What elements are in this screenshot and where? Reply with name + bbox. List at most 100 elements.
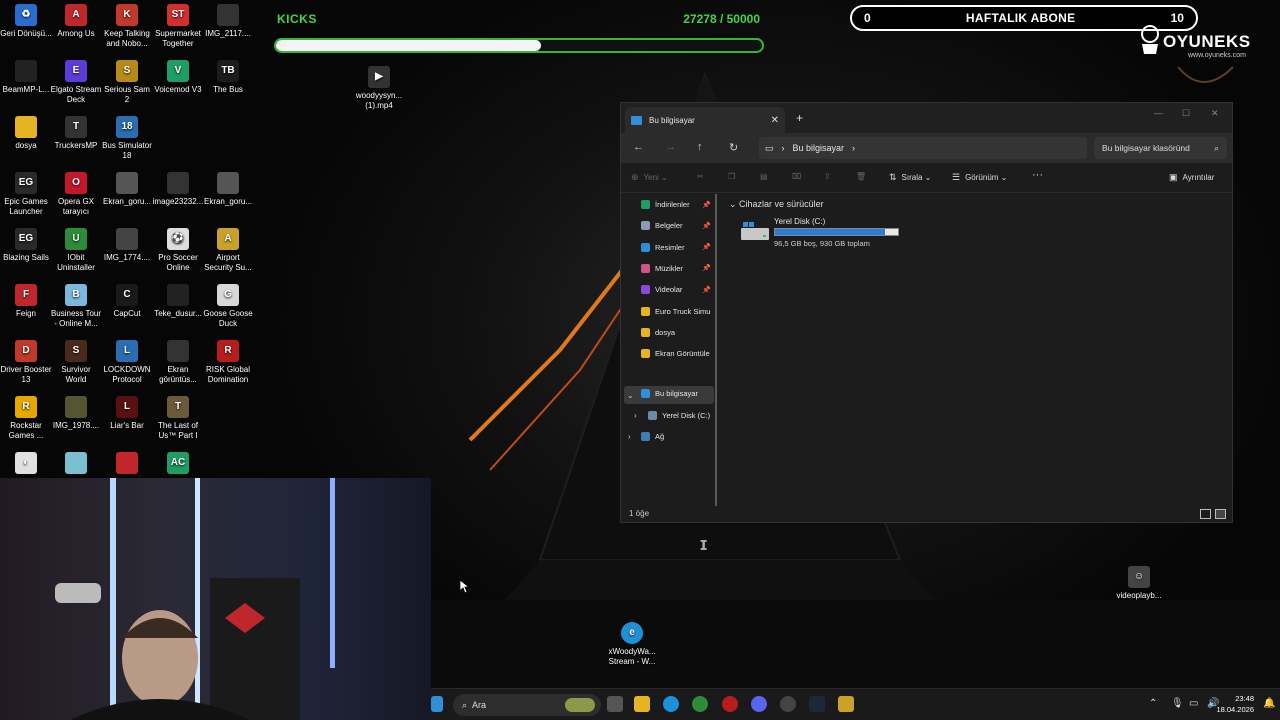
desktop-icon[interactable]: ◐: [0, 452, 52, 477]
desktop-icon[interactable]: O Opera GX tarayıcı: [50, 172, 102, 217]
pin-icon[interactable]: 📌: [702, 201, 711, 209]
iobit-taskbar-icon[interactable]: [692, 696, 708, 712]
breadcrumb-this-pc[interactable]: Bu bilgisayar: [793, 143, 845, 153]
desktop-icon[interactable]: image23232...: [152, 172, 204, 207]
breadcrumb-chevron-icon[interactable]: ›: [852, 143, 855, 153]
app2-taskbar-icon[interactable]: [838, 696, 854, 712]
app-taskbar-icon[interactable]: [780, 696, 796, 712]
up-icon[interactable]: ↑: [697, 141, 703, 153]
nav-quick-access-item[interactable]: Müzikler 📌: [641, 263, 717, 273]
opera-gx-taskbar-icon[interactable]: [722, 696, 738, 712]
desktop-icon[interactable]: A Airport Security Su...: [202, 228, 254, 273]
desktop-icon[interactable]: ST Supermarket Together: [152, 4, 204, 49]
desktop-icon[interactable]: R Rockstar Games ...: [0, 396, 52, 441]
desktop-icon[interactable]: V Voicemod V3: [152, 60, 204, 95]
discord-taskbar-icon[interactable]: [751, 696, 767, 712]
new-button[interactable]: ⊕ Yeni ⌄: [631, 172, 668, 183]
nav-quick-access-item[interactable]: Ekran Görüntüle: [641, 349, 717, 359]
details-view-icon[interactable]: [1200, 509, 1211, 519]
steam-taskbar-icon[interactable]: [809, 696, 825, 712]
sort-button[interactable]: ⇅ Sırala ⌄: [889, 172, 931, 183]
nav-this-pc[interactable]: Bu bilgisayar: [641, 389, 717, 398]
desktop-icon[interactable]: S Survivor World: [50, 340, 102, 385]
close-window-icon[interactable]: ✕: [1211, 108, 1219, 119]
desktop-icon[interactable]: [101, 452, 153, 477]
taskbar-clock[interactable]: 23:48 18.04.2026: [1216, 693, 1254, 715]
maximize-icon[interactable]: ☐: [1182, 108, 1190, 119]
nav-quick-access-item[interactable]: Belgeler 📌: [641, 221, 717, 231]
desktop-icon[interactable]: B Business Tour - Online M...: [50, 284, 102, 329]
desktop-icon-video-file[interactable]: ▶ woodyysyn... (1).mp4: [353, 66, 405, 111]
view-button[interactable]: ☰ Görünüm ⌄: [952, 172, 1007, 183]
chevron-right-icon[interactable]: ›: [634, 411, 637, 420]
desktop-icon[interactable]: BeamMP-L...: [0, 60, 52, 95]
desktop-icon[interactable]: L LOCKDOWN Protocol: [101, 340, 153, 385]
desktop-icon-videoplayback[interactable]: ☺ videoplayb...: [1113, 566, 1165, 601]
desktop-icon[interactable]: L Liar's Bar: [101, 396, 153, 431]
file-explorer-window[interactable]: Bu bilgisayar ✕ + — ☐ ✕ ← → ↑ ↻ ▭ › Bu b…: [620, 102, 1233, 523]
desktop-icon[interactable]: G Goose Goose Duck: [202, 284, 254, 329]
desktop-icon-edge-stream[interactable]: e xWoodyWa... Stream - W...: [604, 622, 660, 667]
start-icon[interactable]: [431, 696, 443, 712]
chevron-down-icon[interactable]: ⌄: [627, 391, 634, 400]
new-tab-icon[interactable]: +: [796, 111, 803, 125]
chevron-right-icon[interactable]: ›: [628, 432, 631, 441]
close-tab-icon[interactable]: ✕: [771, 115, 779, 126]
edge-taskbar-icon[interactable]: [663, 696, 679, 712]
pin-icon[interactable]: 📌: [702, 222, 711, 230]
desktop-icon[interactable]: dosya: [0, 116, 52, 151]
group-header[interactable]: ⌄ Cihazlar ve sürücüler: [729, 199, 824, 210]
nav-local-disk[interactable]: Yerel Disk (C:): [648, 411, 724, 420]
display-icon[interactable]: ▭: [1189, 698, 1198, 709]
desktop-icon[interactable]: F Feign: [0, 284, 52, 319]
nav-quick-access-item[interactable]: Euro Truck Simu: [641, 306, 717, 316]
address-bar[interactable]: ▭ › Bu bilgisayar ›: [759, 137, 1087, 159]
microphone-icon[interactable]: 🎙: [1171, 698, 1184, 709]
cut-icon[interactable]: ✂: [697, 172, 704, 181]
desktop-icon[interactable]: T TruckersMP: [50, 116, 102, 151]
desktop-icon[interactable]: Ekran görüntüs...: [152, 340, 204, 385]
desktop-icon[interactable]: Ekran_goru...: [101, 172, 153, 207]
nav-quick-access-item[interactable]: dosya: [641, 327, 717, 337]
paste-icon[interactable]: ▤: [760, 172, 768, 181]
notification-icon[interactable]: 🔔: [1263, 698, 1275, 709]
forward-icon[interactable]: →: [665, 141, 676, 153]
nav-quick-access-item[interactable]: İndirilenler 📌: [641, 200, 717, 209]
pin-icon[interactable]: 📌: [702, 286, 711, 294]
nav-quick-access-item[interactable]: Resimler 📌: [641, 242, 717, 252]
taskbar-search[interactable]: ⌕ Ara: [453, 694, 601, 716]
drive-tile[interactable]: Yerel Disk (C:) 96,5 GB boş, 930 GB topl…: [739, 217, 909, 249]
desktop-icon[interactable]: IMG_2117....: [202, 4, 254, 39]
desktop-icon[interactable]: ♻ Geri Dönüşü...: [0, 4, 52, 39]
explorer-tab[interactable]: Bu bilgisayar ✕: [625, 107, 785, 133]
back-icon[interactable]: ←: [633, 141, 644, 153]
desktop-icon[interactable]: E Elgato Stream Deck: [50, 60, 102, 105]
desktop-icon[interactable]: T The Last of Us™ Part I: [152, 396, 204, 441]
desktop-icon[interactable]: 18 Bus Simulator 18: [101, 116, 153, 161]
desktop-icon[interactable]: IMG_1978....: [50, 396, 102, 431]
tray-chevron-up-icon[interactable]: ⌃: [1149, 698, 1157, 709]
nav-quick-access-item[interactable]: Videolar 📌: [641, 285, 717, 295]
desktop-icon[interactable]: TB The Bus: [202, 60, 254, 95]
desktop-icon[interactable]: S Serious Sam 2: [101, 60, 153, 105]
delete-icon[interactable]: 🗑: [856, 172, 866, 181]
desktop-icon[interactable]: Ekran_goru...: [202, 172, 254, 207]
share-icon[interactable]: ⇪: [824, 172, 831, 181]
desktop-icon[interactable]: AC: [152, 452, 204, 477]
minimize-icon[interactable]: —: [1154, 108, 1163, 118]
nav-network[interactable]: Ağ: [641, 432, 717, 441]
desktop-icon[interactable]: R RISK Global Domination: [202, 340, 254, 385]
desktop-icon[interactable]: [50, 452, 102, 477]
copy-icon[interactable]: ❐: [728, 172, 735, 181]
desktop-icon[interactable]: EG Epic Games Launcher: [0, 172, 52, 217]
search-field[interactable]: Bu bilgisayar klasöründ ⌕: [1094, 137, 1227, 159]
desktop-icon[interactable]: Teke_dusur...: [152, 284, 204, 319]
desktop-icon[interactable]: ⚽ Pro Soccer Online: [152, 228, 204, 273]
tiles-view-icon[interactable]: [1215, 509, 1226, 519]
details-button[interactable]: ▣ Ayrıntılar: [1169, 172, 1214, 183]
refresh-icon[interactable]: ↻: [729, 141, 738, 154]
desktop-icon[interactable]: EG Blazing Sails: [0, 228, 52, 263]
file-explorer-taskbar-icon[interactable]: [634, 696, 650, 712]
more-button[interactable]: ···: [1032, 169, 1043, 181]
pin-icon[interactable]: 📌: [702, 243, 711, 251]
